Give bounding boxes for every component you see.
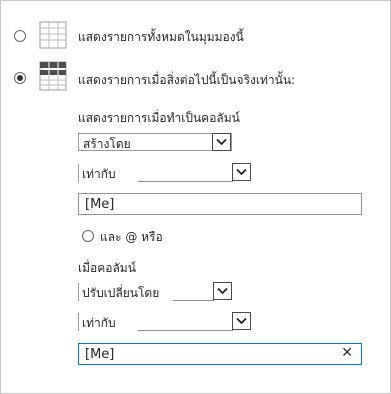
and-or-radio[interactable] xyxy=(82,230,94,242)
filtered-list-icon xyxy=(39,61,67,91)
chevron-down-icon[interactable] xyxy=(232,163,251,181)
column-select-2-value: ปรับเปลี่ยนโดย xyxy=(82,286,160,300)
and-or-label: และ @ หรือ xyxy=(100,230,163,244)
show-filtered-items-label: แสดงรายการเมื่อสิ่งต่อไปนี้เป็นจริงเท่าน… xyxy=(78,73,296,87)
show-all-items-radio[interactable] xyxy=(14,30,26,42)
filter-value-1-text: [Me] xyxy=(85,197,115,212)
close-icon[interactable]: ✕ xyxy=(341,345,353,361)
column-select-1[interactable]: สร้างโดย xyxy=(78,133,232,151)
filter-panel: แสดงรายการทั้งหมดในมุมมองนี้ แสดงรายการเ… xyxy=(0,0,391,394)
filter-value-input-2[interactable]: [Me] ✕ xyxy=(78,343,362,365)
column-section-label: เมื่อคอลัมน์ xyxy=(78,261,136,275)
filter-section-label: แสดงรายการเมื่อทำเป็นคอลัมน์ xyxy=(78,111,240,125)
list-grid-icon xyxy=(39,21,67,49)
filter-value-2-text: [Me] xyxy=(85,347,115,362)
column-select-2[interactable]: ปรับเปลี่ยนโดย xyxy=(78,282,232,301)
chevron-down-icon[interactable] xyxy=(232,312,251,330)
chevron-down-icon[interactable] xyxy=(212,133,231,151)
show-all-items-label: แสดงรายการทั้งหมดในมุมมองนี้ xyxy=(78,30,244,44)
column-select-1-value: สร้างโดย xyxy=(83,137,131,151)
operator-select-2-value: เท่ากับ xyxy=(82,316,116,330)
show-filtered-items-radio[interactable] xyxy=(14,72,26,84)
operator-select-1[interactable]: เท่ากับ xyxy=(78,163,251,182)
operator-select-1-value: เท่ากับ xyxy=(82,167,116,181)
chevron-down-icon[interactable] xyxy=(213,282,232,300)
filter-value-input-1[interactable]: [Me] xyxy=(78,193,362,215)
operator-select-2[interactable]: เท่ากับ xyxy=(78,312,251,331)
